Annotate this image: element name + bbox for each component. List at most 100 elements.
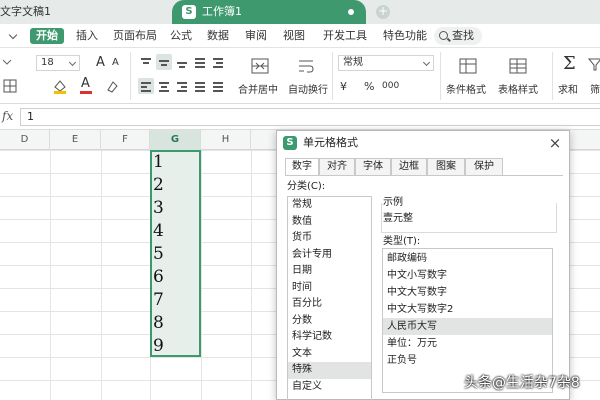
type-chinese-uppercase[interactable]: 中文大写数字 xyxy=(383,284,552,301)
category-percentage[interactable]: 百分比 xyxy=(288,296,371,313)
align-left-icon[interactable] xyxy=(138,78,154,94)
cell-g2[interactable]: 2 xyxy=(153,174,164,197)
table-style-button[interactable]: 表格样式 xyxy=(498,81,538,96)
distribute-icon[interactable] xyxy=(192,54,208,70)
menu-developer-tools[interactable]: 开发工具 xyxy=(323,28,367,44)
category-currency[interactable]: 货币 xyxy=(288,230,371,247)
cell-g6[interactable]: 6 xyxy=(153,266,164,289)
category-scientific[interactable]: 科学记数 xyxy=(288,329,371,346)
menu-view[interactable]: 视图 xyxy=(283,28,305,44)
category-number[interactable]: 数值 xyxy=(288,214,371,231)
merge-center-icon[interactable] xyxy=(250,56,270,76)
menu-review[interactable]: 审阅 xyxy=(245,28,267,44)
category-date[interactable]: 日期 xyxy=(288,263,371,280)
search-button[interactable]: 查找 xyxy=(434,27,482,45)
align-middle-icon[interactable] xyxy=(156,54,172,70)
percent-button[interactable]: % xyxy=(364,80,374,93)
ribbon-separator xyxy=(332,52,333,100)
tab-protection[interactable]: 保护 xyxy=(465,158,503,176)
cell-g5[interactable]: 5 xyxy=(153,243,164,266)
sum-button[interactable]: 求和 xyxy=(558,81,578,96)
sum-icon[interactable]: Σ xyxy=(563,53,576,74)
currency-button[interactable]: ¥ xyxy=(340,80,347,93)
close-button[interactable]: × xyxy=(545,133,565,153)
align-center-icon[interactable] xyxy=(156,78,172,94)
font-dropdown-arrow-icon[interactable] xyxy=(0,54,16,70)
indent-icon[interactable] xyxy=(210,54,226,70)
merge-center-button[interactable]: 合并居中 xyxy=(238,81,278,96)
type-chinese-uppercase-2[interactable]: 中文大写数字2 xyxy=(383,301,552,318)
cell-g1[interactable]: 1 xyxy=(153,151,164,174)
cell-g3[interactable]: 3 xyxy=(153,197,164,220)
type-postal-code[interactable]: 邮政编码 xyxy=(383,250,552,267)
conditional-format-button[interactable]: 条件格式 xyxy=(446,81,486,96)
type-plus-minus[interactable]: 正负号 xyxy=(383,352,552,369)
wrap-text-button[interactable]: 自动换行 xyxy=(288,81,328,96)
menu-formula[interactable]: 公式 xyxy=(170,28,192,44)
column-header-e[interactable]: E xyxy=(50,130,101,150)
tab-pattern[interactable]: 图案 xyxy=(427,158,465,176)
cell-g8[interactable]: 8 xyxy=(153,312,164,335)
tab-alignment[interactable]: 对齐 xyxy=(319,158,355,176)
chevron-down-icon[interactable] xyxy=(8,30,18,40)
formula-input[interactable]: 1 xyxy=(20,108,600,126)
menu-special-features[interactable]: 特色功能 xyxy=(383,28,427,44)
column-header-f[interactable]: F xyxy=(101,130,150,150)
type-rmb-uppercase[interactable]: 人民币大写 xyxy=(383,318,552,335)
distributed-align-icon[interactable] xyxy=(210,78,226,94)
align-bottom-icon[interactable] xyxy=(174,54,190,70)
tab-number[interactable]: 数字 xyxy=(285,158,319,176)
filter-icon[interactable] xyxy=(587,56,600,72)
type-label: 类型(T): xyxy=(383,236,421,247)
cell-g9[interactable]: 9 xyxy=(153,335,164,358)
align-top-icon[interactable] xyxy=(138,54,154,70)
column-header-h[interactable]: H xyxy=(201,130,251,150)
category-general[interactable]: 常规 xyxy=(288,197,371,214)
category-text[interactable]: 文本 xyxy=(288,346,371,363)
dialog-title-bar[interactable]: S 单元格格式 × xyxy=(277,131,569,155)
menu-insert[interactable]: 插入 xyxy=(76,28,98,44)
category-fraction[interactable]: 分数 xyxy=(288,313,371,330)
tab-font[interactable]: 字体 xyxy=(355,158,391,176)
filter-button[interactable]: 筛 xyxy=(590,81,600,96)
number-format-select[interactable]: 常规 xyxy=(338,55,434,71)
menu-start[interactable]: 开始 xyxy=(30,28,64,44)
clear-format-icon[interactable] xyxy=(104,78,120,94)
menu-page-layout[interactable]: 页面布局 xyxy=(113,28,157,44)
unsaved-dot-icon[interactable] xyxy=(348,9,354,15)
spreadsheet-icon: S xyxy=(182,5,196,19)
tab-document-1[interactable]: 文字文稿1 xyxy=(0,4,110,20)
title-bar: 文字文稿1 S 工作簿1 + xyxy=(0,0,600,24)
conditional-format-icon[interactable] xyxy=(458,56,478,76)
justify-icon[interactable] xyxy=(192,78,208,94)
type-chinese-lowercase[interactable]: 中文小写数字 xyxy=(383,267,552,284)
category-time[interactable]: 时间 xyxy=(288,280,371,297)
cell-g4[interactable]: 4 xyxy=(153,220,164,243)
tab-workbook-1[interactable]: S 工作簿1 xyxy=(172,0,366,24)
category-custom[interactable]: 自定义 xyxy=(288,379,371,396)
decrease-font-size-button[interactable]: A xyxy=(112,57,119,68)
add-tab-button[interactable]: + xyxy=(376,5,390,19)
column-header-d[interactable]: D xyxy=(0,130,50,150)
thousands-separator-button[interactable]: 000 xyxy=(382,81,399,91)
wrap-text-icon[interactable] xyxy=(296,56,316,76)
font-color-button[interactable]: A xyxy=(78,76,94,94)
cell-g7[interactable]: 7 xyxy=(153,289,164,312)
category-list[interactable]: 常规 数值 货币 会计专用 日期 时间 百分比 分数 科学记数 文本 特殊 自定… xyxy=(287,196,372,400)
function-icon[interactable]: fx xyxy=(2,109,13,123)
borders-icon[interactable] xyxy=(2,78,18,94)
table-style-icon[interactable] xyxy=(508,56,528,76)
category-accounting[interactable]: 会计专用 xyxy=(288,247,371,264)
formula-bar: fx 1 xyxy=(0,104,600,130)
column-header-g[interactable]: G xyxy=(150,130,201,150)
menu-data[interactable]: 数据 xyxy=(207,28,229,44)
tab-border[interactable]: 边框 xyxy=(391,158,427,176)
increase-font-size-button[interactable]: A xyxy=(96,55,105,70)
fill-color-icon[interactable] xyxy=(52,78,68,94)
search-label: 查找 xyxy=(452,29,474,42)
type-unit-ten-thousand[interactable]: 单位：万元 xyxy=(383,335,552,352)
align-right-icon[interactable] xyxy=(174,78,190,94)
category-special[interactable]: 特殊 xyxy=(288,362,371,379)
sample-value: 壹元整 xyxy=(383,213,413,224)
font-size-select[interactable]: 18 xyxy=(36,55,80,71)
